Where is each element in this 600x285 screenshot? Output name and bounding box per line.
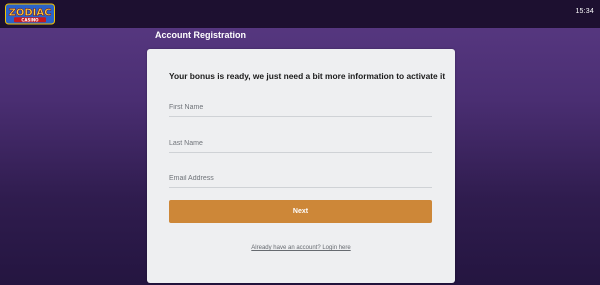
svg-text:CASINO: CASINO [21, 17, 39, 22]
last-name-input[interactable] [169, 136, 432, 150]
zodiac-casino-logo[interactable]: ZODIAC CASINO [5, 3, 55, 25]
email-field [169, 171, 432, 188]
first-name-input[interactable] [169, 100, 432, 114]
login-link[interactable]: Already have an account? Login here [147, 245, 455, 251]
top-bar: ZODIAC CASINO 15:34 [0, 0, 600, 28]
page-title: Account Registration [155, 30, 247, 40]
next-button[interactable]: Next [169, 200, 432, 223]
last-name-field [169, 136, 432, 153]
first-name-field [169, 100, 432, 117]
registration-card: Your bonus is ready, we just need a bit … [147, 49, 455, 283]
clock: 15:34 [575, 8, 594, 15]
email-input[interactable] [169, 171, 432, 185]
form-headline: Your bonus is ready, we just need a bit … [169, 71, 446, 81]
